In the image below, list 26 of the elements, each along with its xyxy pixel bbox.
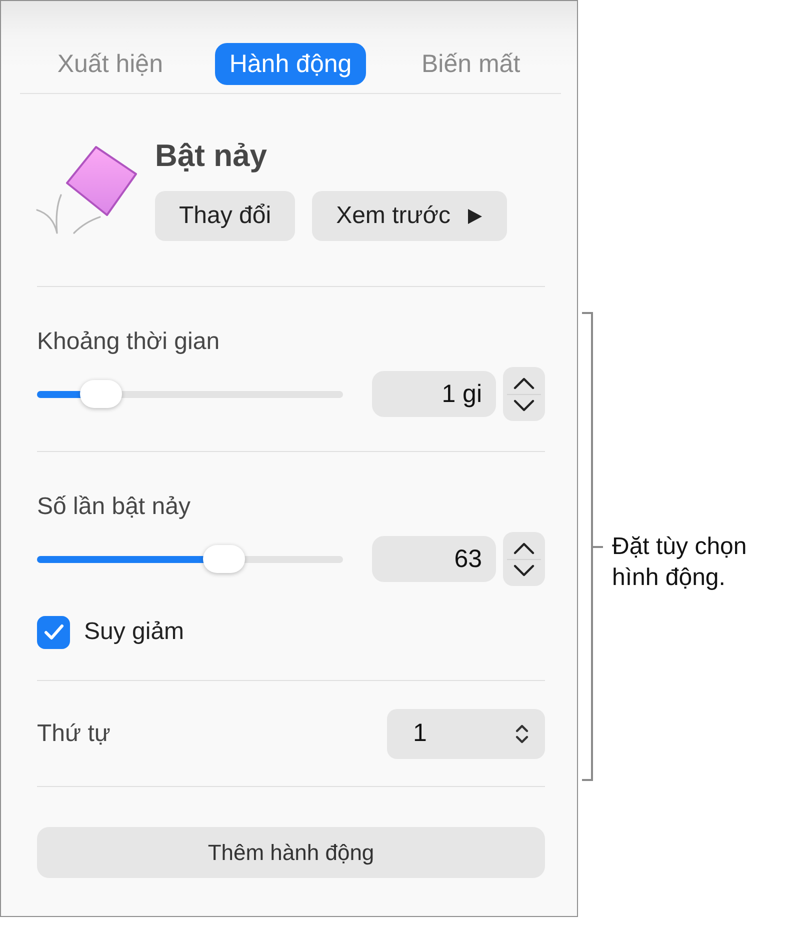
control-label: Thứ tự xyxy=(37,719,110,749)
chevron-up-icon xyxy=(513,376,535,390)
slider-thumb[interactable] xyxy=(202,545,245,573)
bouncing-square-icon xyxy=(35,145,140,237)
callout-text: Đặt tùy chọn hình động. xyxy=(612,532,748,593)
checkbox[interactable] xyxy=(37,616,70,648)
add-action-button[interactable]: Thêm hành động xyxy=(37,827,545,878)
slider[interactable] xyxy=(37,380,343,408)
slider-thumb[interactable] xyxy=(80,380,122,408)
chevron-down-icon xyxy=(513,564,535,577)
change-button[interactable]: Thay đổi xyxy=(155,191,296,241)
chevron-down-icon xyxy=(513,399,535,412)
control-label: Số lần bật nảy xyxy=(37,492,192,522)
up-down-chevron-icon xyxy=(515,723,529,745)
play-icon xyxy=(466,208,483,224)
order-select[interactable]: 1 xyxy=(387,709,545,759)
control-label: Khoảng thời gian xyxy=(37,327,221,357)
checkmark-icon xyxy=(44,624,64,640)
checkbox-label: Suy giảm xyxy=(84,617,184,647)
tab[interactable]: Hành động xyxy=(215,43,366,85)
preview-button[interactable]: Xem trước xyxy=(312,191,507,241)
value-field[interactable]: 63 xyxy=(372,536,496,582)
effect-title: Bật nảy xyxy=(155,137,268,175)
slider[interactable] xyxy=(37,545,343,573)
value-field[interactable]: 1 gi xyxy=(372,371,496,417)
chevron-up-icon xyxy=(513,542,535,554)
